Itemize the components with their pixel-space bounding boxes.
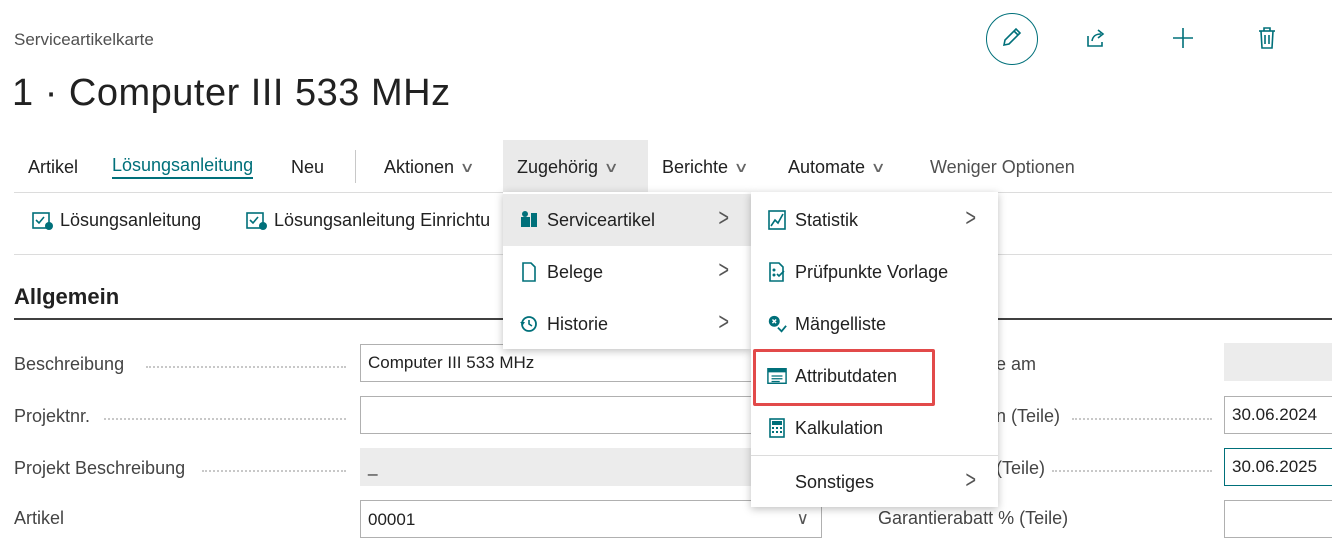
- tab-zugehoerig-label: Zugehörig: [517, 156, 599, 177]
- delete-button[interactable]: [1251, 24, 1283, 56]
- projektnr-field[interactable]: [360, 396, 760, 434]
- chevron-down-icon: ∨: [603, 158, 619, 175]
- field-leader-dots: [1072, 416, 1212, 420]
- menu-item-pruefpunkte-vorlage[interactable]: Prüfpunkte Vorlage: [751, 246, 998, 298]
- chevron-right-icon: >: [718, 203, 729, 232]
- field-leader-dots: [1052, 468, 1212, 472]
- subaction-loesungsanleitung-label: Lösungsanleitung: [60, 210, 202, 230]
- chevron-down-icon: ∨: [870, 158, 886, 175]
- tab-neu[interactable]: Neu: [277, 140, 338, 194]
- actionbar-divider: [355, 150, 356, 183]
- tab-automate-label: Automate: [788, 156, 866, 177]
- share-icon: [1084, 26, 1108, 55]
- chevron-down-icon: ∨: [796, 509, 809, 528]
- chevron-right-icon: >: [718, 255, 729, 284]
- breadcrumb: Serviceartikelkarte: [14, 30, 154, 49]
- menu-item-maengelliste-label: Mängelliste: [795, 313, 887, 334]
- right-field-4[interactable]: [1224, 500, 1332, 538]
- field-label-right-1: e am: [996, 354, 1037, 374]
- projekt-beschreibung-field: _: [360, 448, 760, 486]
- menu-item-sonstiges[interactable]: Sonstiges >: [751, 456, 998, 508]
- menu-item-serviceartikel[interactable]: Serviceartikel >: [503, 194, 751, 246]
- menu-item-serviceartikel-label: Serviceartikel: [547, 209, 656, 230]
- checklist-icon: [767, 262, 787, 282]
- service-item-icon: [519, 210, 539, 230]
- menu-item-historie[interactable]: Historie >: [503, 298, 751, 350]
- right-field-3[interactable]: 30.06.2025: [1224, 448, 1332, 486]
- delete-icon: [1256, 26, 1278, 55]
- menu-item-maengelliste[interactable]: Mängelliste: [751, 298, 998, 350]
- tab-artikel-label: Artikel: [28, 156, 79, 177]
- menu-item-belege-label: Belege: [547, 261, 604, 282]
- blank-icon: [767, 472, 787, 492]
- field-leader-dots: [202, 468, 346, 472]
- tab-berichte[interactable]: Berichte ∨: [648, 140, 760, 194]
- field-leader-dots: [104, 416, 346, 420]
- subaction-loesungsanleitung-einrichtung[interactable]: Lösungsanleitung Einrichtu: [246, 210, 490, 231]
- menu-item-statistik-label: Statistik: [795, 209, 859, 230]
- zugehoerig-menu: Serviceartikel > Belege > Historie >: [503, 192, 751, 349]
- menu-item-sonstiges-label: Sonstiges: [795, 471, 875, 492]
- tab-loesungsanleitung[interactable]: Lösungsanleitung: [98, 140, 267, 194]
- right-field-2[interactable]: 30.06.2024: [1224, 396, 1332, 434]
- tab-weniger-optionen[interactable]: Weniger Optionen: [916, 140, 1089, 194]
- menu-item-statistik[interactable]: Statistik >: [751, 194, 998, 246]
- tab-aktionen-label: Aktionen: [384, 156, 455, 177]
- edit-button[interactable]: [986, 13, 1038, 65]
- subaction-loesungsanleitung-einrichtung-label: Lösungsanleitung Einrichtu: [274, 210, 491, 230]
- menu-item-kalkulation-label: Kalkulation: [795, 417, 884, 438]
- menu-item-pruefpunkte-vorlage-label: Prüfpunkte Vorlage: [795, 261, 949, 282]
- statistics-icon: [767, 210, 787, 230]
- menu-item-kalkulation[interactable]: Kalkulation: [751, 402, 998, 454]
- field-label-right-4: Garantierabatt % (Teile): [878, 508, 1069, 528]
- defects-icon: [767, 314, 787, 334]
- right-field-1: [1224, 343, 1332, 381]
- menu-item-historie-label: Historie: [547, 313, 609, 334]
- chevron-down-icon: ∨: [459, 158, 475, 175]
- field-label-projekt-beschreibung: Projekt Beschreibung: [14, 458, 186, 478]
- section-title: Allgemein: [14, 284, 120, 309]
- field-leader-dots: [146, 364, 346, 368]
- field-label-right-2: n (Teile): [996, 406, 1061, 426]
- chevron-right-icon: >: [718, 307, 729, 336]
- chevron-down-icon: ∨: [733, 158, 749, 175]
- tab-zugehoerig[interactable]: Zugehörig ∨: [503, 140, 648, 194]
- attributdaten-highlight-box: [753, 349, 935, 406]
- field-label-projektnr: Projektnr.: [14, 406, 91, 426]
- artikel-value: 00001: [368, 510, 416, 529]
- calculator-icon: [767, 418, 787, 438]
- menu-item-belege[interactable]: Belege >: [503, 246, 751, 298]
- guide-icon: [32, 211, 53, 230]
- tab-weniger-optionen-label: Weniger Optionen: [930, 156, 1075, 177]
- page-title: 1 · Computer III 533 MHz: [12, 72, 451, 114]
- chevron-right-icon: >: [965, 203, 976, 232]
- edit-icon: [1000, 25, 1024, 54]
- tab-artikel[interactable]: Artikel: [14, 140, 92, 194]
- field-label-beschreibung: Beschreibung: [14, 354, 125, 374]
- field-label-right-3: (Teile): [996, 458, 1046, 478]
- add-button[interactable]: [1167, 24, 1199, 56]
- add-icon: [1171, 26, 1195, 55]
- subaction-loesungsanleitung[interactable]: Lösungsanleitung: [32, 210, 201, 231]
- chevron-right-icon: >: [965, 465, 976, 494]
- tab-berichte-label: Berichte: [662, 156, 729, 177]
- tab-loesungsanleitung-label: Lösungsanleitung: [112, 155, 254, 179]
- guide-setup-icon: [246, 211, 267, 230]
- field-label-artikel: Artikel: [14, 508, 65, 528]
- history-icon: [519, 314, 539, 334]
- tab-automate[interactable]: Automate ∨: [774, 140, 897, 194]
- tab-aktionen[interactable]: Aktionen ∨: [370, 140, 486, 194]
- document-icon: [519, 262, 539, 282]
- share-button[interactable]: [1080, 24, 1112, 56]
- tab-neu-label: Neu: [291, 156, 325, 177]
